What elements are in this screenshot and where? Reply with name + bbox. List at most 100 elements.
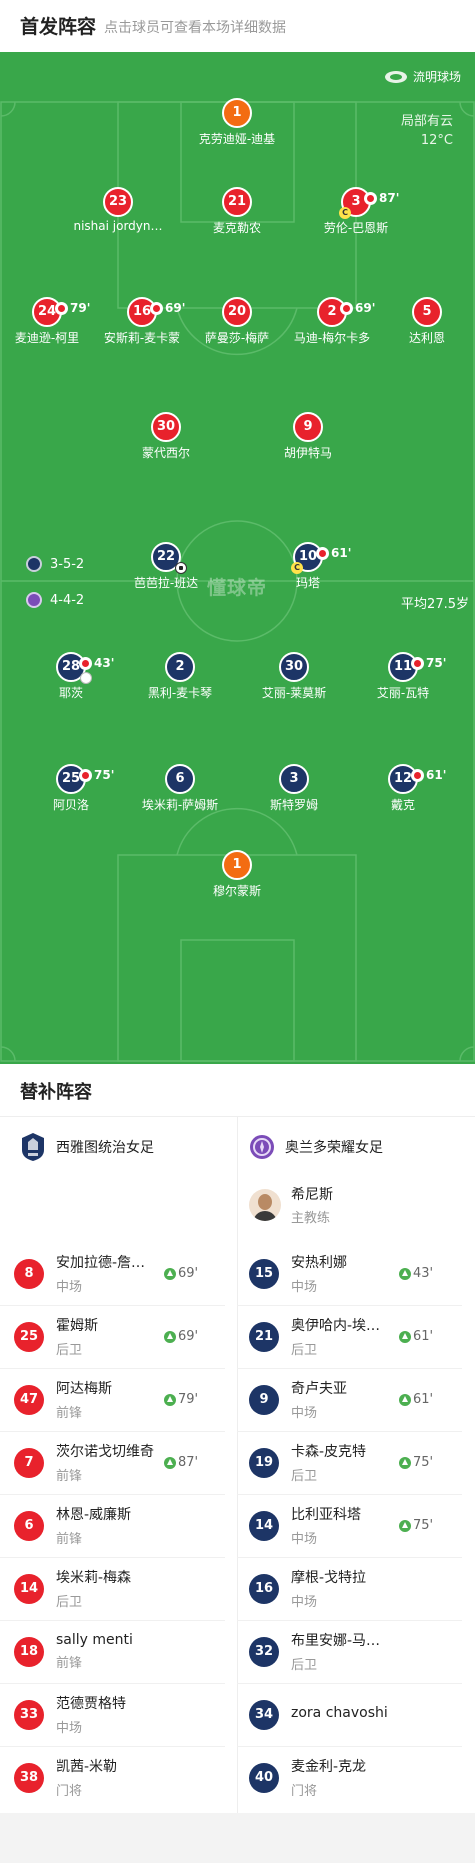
- substitute-row[interactable]: 15 安热利娜 中场 43': [249, 1242, 463, 1305]
- substitution-indicator: 79': [55, 295, 90, 321]
- player-marker[interactable]: 2 黑利-麦卡琴: [125, 652, 235, 701]
- sub-in-minute: 69': [178, 1266, 199, 1281]
- player-number: 1: [222, 850, 252, 880]
- substitute-number: 6: [14, 1510, 44, 1541]
- player-number: 3: [279, 764, 309, 794]
- player-number: 28 43': [56, 652, 114, 684]
- left-team-header[interactable]: 西雅图统治女足: [20, 1132, 154, 1162]
- player-number: 9: [293, 412, 323, 442]
- substitute-row[interactable]: 32 布里安娜-马… 后卫: [249, 1620, 463, 1683]
- player-marker[interactable]: 30 艾丽-莱莫斯: [239, 652, 349, 701]
- player-name: 黑利-麦卡琴: [147, 686, 213, 700]
- substitute-info: 奇卢夫亚 中场: [291, 1378, 397, 1421]
- sub-in-arrow-icon: [164, 1330, 176, 1343]
- player-marker[interactable]: 3 斯特罗姆: [239, 764, 349, 813]
- substitute-row[interactable]: 14 埃米莉-梅森 后卫: [14, 1557, 228, 1620]
- player-marker[interactable]: 12 61' 戴克: [348, 764, 458, 813]
- substitute-info: 范德贾格特 中场: [56, 1693, 162, 1736]
- sub-in-indicator: 61': [399, 1329, 433, 1344]
- coach[interactable]: 希尼斯 主教练: [249, 1184, 333, 1226]
- player-number: 3 87' C: [339, 187, 399, 219]
- player-marker[interactable]: 23 nishai jordyn…: [63, 187, 173, 233]
- substitute-row[interactable]: 33 范德贾格特 中场: [14, 1683, 228, 1746]
- player-marker[interactable]: 21 麦克勒农: [182, 187, 292, 236]
- orlando-badge-icon: [26, 592, 42, 608]
- subs-title: 替补阵容: [20, 1082, 92, 1103]
- player-name: 麦克勒农: [212, 221, 261, 235]
- sub-in-minute: 75': [413, 1455, 434, 1470]
- substitute-row[interactable]: 16 摩根-戈特拉 中场: [249, 1557, 463, 1620]
- sub-out-icon: [79, 656, 92, 670]
- player-marker[interactable]: 2 69' 马迪-梅尔卡多: [277, 297, 387, 346]
- sub-minute: 75': [94, 768, 115, 782]
- weather-condition: 局部有云: [400, 114, 453, 129]
- player-marker[interactable]: 1 穆尔蒙斯: [182, 850, 292, 899]
- sub-in-minute: 69': [178, 1329, 199, 1344]
- seattle-badge-icon: [26, 556, 42, 572]
- sub-in-minute: 43': [413, 1266, 434, 1281]
- substitute-row[interactable]: 21 奥伊哈内-埃… 后卫 61': [249, 1305, 463, 1368]
- right-team-header[interactable]: 奥兰多荣耀女足: [249, 1132, 383, 1162]
- player-marker[interactable]: 11 75' 艾丽-瓦特: [348, 652, 458, 701]
- sub-in-indicator: 75': [399, 1455, 433, 1470]
- player-number: 11 75': [388, 652, 446, 682]
- substitute-row[interactable]: 34 zora chavoshi: [249, 1683, 463, 1746]
- player-marker[interactable]: 9 胡伊特马: [253, 412, 363, 461]
- substitute-row[interactable]: 19 卡森-皮克特 后卫 75': [249, 1431, 463, 1494]
- player-name: 埃米莉-萨姆斯: [141, 798, 219, 812]
- player-marker[interactable]: 25 75' 阿贝洛: [16, 764, 126, 813]
- substitute-number: 8: [14, 1258, 44, 1289]
- player-marker[interactable]: 28 43' 耶茨: [16, 652, 126, 701]
- sub-in-indicator: 69': [164, 1329, 198, 1344]
- substitute-row[interactable]: 14 比利亚科塔 中场 75': [249, 1494, 463, 1557]
- player-marker[interactable]: 30 蒙代西尔: [111, 412, 221, 461]
- player-marker[interactable]: 3 87' C 劳伦-巴恩斯: [301, 187, 411, 236]
- pitch: 流明球场 局部有云 12°C 3-5-2 懂球帝 4-4-2 平均27.5岁 1…: [0, 52, 475, 1064]
- goal-ball-icon: [175, 562, 187, 574]
- player-marker[interactable]: 5 达利恩: [372, 297, 475, 346]
- venue: 流明球场: [384, 68, 461, 85]
- substitute-position: 门将: [56, 1784, 83, 1799]
- player-marker[interactable]: 22 芭芭拉-班达: [111, 542, 221, 591]
- substitution-indicator: 87': [364, 185, 399, 211]
- player-number: 2: [165, 652, 195, 682]
- player-number: 22: [151, 542, 187, 574]
- sub-out-icon: [55, 301, 68, 315]
- substitute-position: 中场: [291, 1532, 318, 1547]
- substitute-position: 后卫: [56, 1595, 83, 1610]
- substitute-row[interactable]: 18 sally menti 前锋: [14, 1620, 228, 1683]
- substitute-name: 布里安娜-马…: [291, 1633, 381, 1649]
- sub-in-arrow-icon: [399, 1267, 411, 1280]
- substitute-name: 范德贾格特: [56, 1696, 126, 1712]
- weather-temperature: 12°C: [420, 133, 453, 148]
- substitute-info: 比利亚科塔 中场: [291, 1504, 397, 1547]
- player-marker[interactable]: 1 克劳迪娅-迪基: [182, 98, 292, 147]
- player-marker[interactable]: 20 萨曼莎-梅萨: [182, 297, 292, 346]
- substitute-row[interactable]: 7 茨尔诺戈切维奇 前锋 87': [14, 1431, 228, 1494]
- substitute-position: 前锋: [56, 1656, 83, 1671]
- player-marker[interactable]: 16 69' 安斯莉-麦卡蒙: [87, 297, 197, 346]
- sub-in-arrow-icon: [399, 1456, 411, 1469]
- player-marker[interactable]: 10 61' C 玛塔: [253, 542, 363, 591]
- substitute-row[interactable]: 9 奇卢夫亚 中场 61': [249, 1368, 463, 1431]
- player-name: 戴克: [390, 798, 415, 812]
- substitute-row[interactable]: 38 凯茜-米勒 门将: [14, 1746, 228, 1809]
- sub-in-indicator: 79': [164, 1392, 198, 1407]
- substitute-info: 摩根-戈特拉 中场: [291, 1567, 397, 1610]
- sub-minute: 61': [426, 768, 447, 782]
- sub-in-arrow-icon: [164, 1393, 176, 1406]
- substitute-row[interactable]: 47 阿达梅斯 前锋 79': [14, 1368, 228, 1431]
- substitute-name: 安加拉德-詹…: [56, 1255, 146, 1271]
- player-name: 安斯莉-麦卡蒙: [103, 331, 181, 345]
- substitute-row[interactable]: 8 安加拉德-詹… 中场 69': [14, 1242, 228, 1305]
- substitute-row[interactable]: 6 林恩-威廉斯 前锋: [14, 1494, 228, 1557]
- substitute-row[interactable]: 40 麦金利-克龙 门将: [249, 1746, 463, 1809]
- player-marker[interactable]: 6 埃米莉-萨姆斯: [125, 764, 235, 813]
- sub-in-minute: 61': [413, 1329, 434, 1344]
- sub-out-icon: [411, 656, 424, 670]
- substitute-row[interactable]: 25 霍姆斯 后卫 69': [14, 1305, 228, 1368]
- substitute-number: 19: [249, 1447, 279, 1478]
- player-number: 23: [103, 187, 133, 217]
- player-number: 1: [222, 98, 252, 128]
- event-icon: [80, 672, 92, 684]
